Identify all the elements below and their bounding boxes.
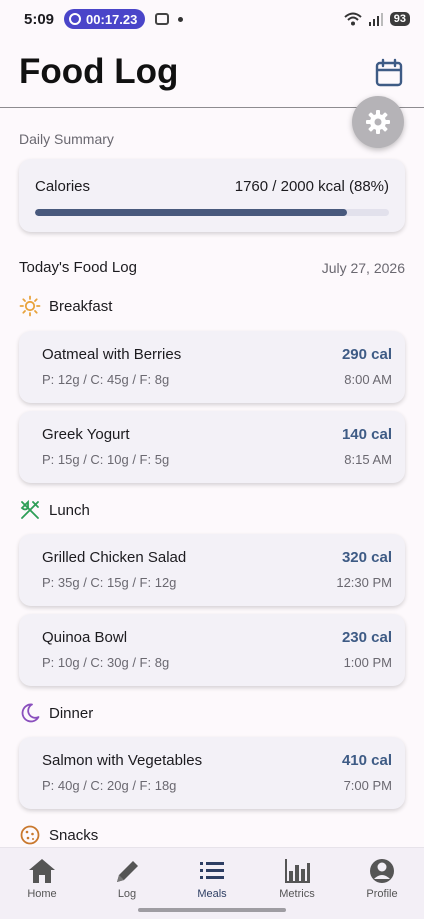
nav-label: Metrics: [279, 888, 315, 900]
food-macros: P: 12g / C: 45g / F: 8g: [42, 372, 170, 387]
battery-level: 93: [389, 12, 410, 26]
meal-header-dinner: Dinner: [19, 702, 93, 724]
status-time: 5:09: [24, 10, 55, 28]
food-name: Grilled Chicken Salad: [42, 549, 187, 566]
pencil-icon: [117, 861, 138, 882]
food-entry-card[interactable]: Quinoa Bowl 230 cal P: 10g / C: 30g / F:…: [19, 614, 405, 686]
daily-summary-label: Daily Summary: [19, 131, 114, 147]
food-entry-card[interactable]: Greek Yogurt 140 cal P: 15g / C: 10g / F…: [19, 411, 405, 483]
nav-label: Home: [27, 888, 57, 900]
food-time: 8:15 AM: [344, 452, 392, 467]
calories-value: 1760 / 2000 kcal (88%): [234, 178, 389, 195]
meal-title: Breakfast: [49, 297, 113, 315]
food-entry-card[interactable]: Oatmeal with Berries 290 cal P: 12g / C:…: [19, 331, 405, 403]
moon-icon: [21, 703, 40, 723]
food-macros: P: 15g / C: 10g / F: 5g: [42, 452, 170, 467]
meal-header-snacks: Snacks: [19, 824, 98, 846]
food-macros: P: 40g / C: 20g / F: 18g: [42, 778, 177, 793]
status-bar: 5:09 00:17.23 93: [0, 0, 424, 38]
timer-pill[interactable]: 00:17.23: [64, 9, 146, 29]
nav-item-metrics[interactable]: Metrics: [255, 848, 339, 908]
food-macros: P: 35g / C: 15g / F: 12g: [42, 575, 177, 590]
list-icon: [200, 862, 224, 879]
gesture-bar: [138, 908, 286, 912]
screenshot-icon: [155, 13, 170, 25]
wifi-icon: [344, 12, 362, 26]
nav-label: Meals: [197, 888, 227, 900]
calories-label: Calories: [35, 178, 91, 195]
food-time: 1:00 PM: [343, 655, 392, 670]
food-name: Quinoa Bowl: [42, 629, 128, 646]
meal-title: Snacks: [49, 826, 99, 844]
nav-item-log[interactable]: Log: [85, 848, 169, 908]
food-name: Greek Yogurt: [42, 426, 130, 443]
food-time: 7:00 PM: [343, 778, 392, 793]
food-entry-card[interactable]: Salmon with Vegetables 410 cal P: 40g / …: [19, 737, 405, 809]
meal-title: Lunch: [49, 501, 90, 519]
calorie-progress-bar: [35, 209, 389, 216]
calendar-icon[interactable]: [374, 58, 404, 88]
app-header: Food Log: [0, 38, 424, 108]
food-name: Salmon with Vegetables: [42, 752, 203, 769]
stopwatch-icon: [69, 13, 82, 25]
bar-chart-icon: [285, 859, 310, 883]
food-calories: 410 cal: [341, 752, 392, 769]
food-log-title: Today's Food Log: [19, 259, 137, 276]
meal-header-breakfast: Breakfast: [19, 295, 112, 317]
cookie-icon: [20, 825, 40, 845]
settings-button[interactable]: [352, 96, 404, 148]
food-name: Oatmeal with Berries: [42, 346, 182, 363]
food-macros: P: 10g / C: 30g / F: 8g: [42, 655, 170, 670]
account-icon: [370, 859, 394, 883]
nav-item-meals[interactable]: Meals: [170, 848, 254, 908]
gear-icon: [366, 110, 390, 134]
sun-icon: [19, 295, 41, 317]
home-icon: [29, 859, 55, 883]
timer-value: 00:17.23: [86, 11, 138, 27]
nav-label: Profile: [366, 888, 398, 900]
nav-item-home[interactable]: Home: [0, 848, 84, 908]
food-time: 8:00 AM: [344, 372, 392, 387]
food-calories: 140 cal: [341, 426, 392, 443]
signal-icon: [368, 13, 383, 26]
nav-label: Log: [117, 888, 137, 900]
food-calories: 290 cal: [341, 346, 392, 363]
meal-title: Dinner: [49, 704, 94, 722]
nav-item-profile[interactable]: Profile: [340, 848, 424, 908]
utensils-icon: [20, 499, 39, 519]
food-entry-card[interactable]: Grilled Chicken Salad 320 cal P: 35g / C…: [19, 534, 405, 606]
food-time: 12:30 PM: [336, 575, 392, 590]
calorie-summary-card: Calories 1760 / 2000 kcal (88%): [19, 159, 405, 232]
notification-dot-icon: [178, 16, 184, 22]
food-calories: 230 cal: [341, 629, 392, 646]
meal-header-lunch: Lunch: [19, 499, 90, 521]
calorie-progress-fill: [35, 209, 347, 216]
page-title: Food Log: [19, 52, 179, 91]
food-calories: 320 cal: [341, 549, 392, 566]
food-log-date: July 27, 2026: [321, 260, 405, 276]
